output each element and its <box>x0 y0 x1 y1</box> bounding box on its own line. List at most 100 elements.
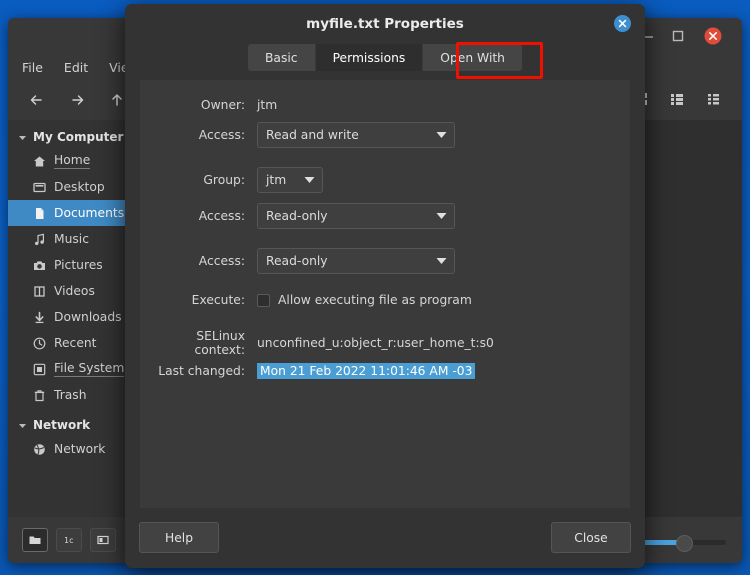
sidebar-item-label: Recent <box>54 336 97 350</box>
others-access-label: Access: <box>150 254 257 268</box>
trash-icon <box>32 388 46 402</box>
help-button[interactable]: Help <box>139 522 219 553</box>
sidebar-group-label: My Computer <box>33 130 123 144</box>
sidebar-group-my-computer[interactable]: My Computer <box>8 126 144 148</box>
execute-checkbox-label: Allow executing file as program <box>278 293 472 307</box>
selinux-value: unconfined_u:object_r:user_home_t:s0 <box>257 336 494 350</box>
others-access-row: Access: Read-only <box>140 248 630 274</box>
owner-row: Owner: jtm <box>140 98 630 112</box>
drive-icon <box>32 362 46 376</box>
owner-value: jtm <box>257 98 277 112</box>
close-button[interactable]: Close <box>551 522 631 553</box>
zoom-slider-handle[interactable] <box>676 535 693 552</box>
dialog-close-icon[interactable] <box>614 15 631 32</box>
execute-row: Execute: Allow executing file as program <box>140 293 630 307</box>
sidebar-item-recent[interactable]: Recent <box>8 330 144 356</box>
owner-access-value: Read and write <box>266 128 359 142</box>
tab-open-with[interactable]: Open With <box>423 44 522 71</box>
sidebar-item-music[interactable]: Music <box>8 226 144 252</box>
home-icon <box>32 154 46 168</box>
close-icon[interactable] <box>704 27 722 45</box>
sidebar-item-network[interactable]: Network <box>8 436 144 462</box>
clock-icon <box>32 336 46 350</box>
dialog-header: myfile.txt Properties Basic Permissions … <box>125 4 645 80</box>
selinux-label: SELinux context: <box>150 329 257 357</box>
tab-basic[interactable]: Basic <box>248 44 316 71</box>
zoom-slider[interactable] <box>640 534 726 550</box>
chevron-down-icon <box>18 133 27 142</box>
sidebar-item-label: Downloads <box>54 310 122 324</box>
sidebar-item-label: Videos <box>54 284 95 298</box>
list-view-icon[interactable] <box>664 86 690 112</box>
sidebar-item-label: Documents <box>54 206 124 220</box>
menu-edit[interactable]: Edit <box>64 60 88 75</box>
sidebar-item-label: Home <box>54 153 90 169</box>
last-changed-label: Last changed: <box>150 364 257 378</box>
desktop-icon <box>32 180 46 194</box>
group-label: Group: <box>150 173 257 187</box>
tab-permissions[interactable]: Permissions <box>316 44 424 71</box>
svg-text:1c: 1c <box>64 536 74 545</box>
group-access-label: Access: <box>150 209 257 223</box>
dialog-tabs: Basic Permissions Open With <box>125 44 645 71</box>
chevron-down-icon <box>436 128 447 142</box>
menu-file[interactable]: File <box>22 60 43 75</box>
sidebar-item-trash[interactable]: Trash <box>8 382 144 408</box>
camera-icon <box>32 258 46 272</box>
video-icon <box>32 284 46 298</box>
sidebar-item-label: Pictures <box>54 258 103 272</box>
maximize-icon[interactable] <box>670 28 686 44</box>
owner-access-label: Access: <box>150 128 257 142</box>
sidebar-item-videos[interactable]: Videos <box>8 278 144 304</box>
sidebar-item-pictures[interactable]: Pictures <box>8 252 144 278</box>
zoom-slider-fill <box>640 540 680 545</box>
dialog-footer: Help Close <box>125 508 645 568</box>
chevron-down-icon <box>18 421 27 430</box>
sidebar-group-label: Network <box>33 418 90 432</box>
selinux-row: SELinux context: unconfined_u:object_r:u… <box>140 329 630 357</box>
sidebar-item-documents[interactable]: Documents <box>8 200 144 226</box>
sidebar: My Computer Home Desktop Documents <box>8 120 144 517</box>
chevron-down-icon <box>304 173 315 187</box>
permissions-form: Owner: jtm Access: Read and write Group:… <box>140 80 630 379</box>
sidebar-item-label: Trash <box>54 388 87 402</box>
others-access-value: Read-only <box>266 254 328 268</box>
terminal-toolbar-icon[interactable]: 1c <box>56 528 82 552</box>
sidebar-item-desktop[interactable]: Desktop <box>8 174 144 200</box>
compact-view-icon[interactable] <box>700 86 726 112</box>
permissions-panel: Owner: jtm Access: Read and write Group:… <box>140 80 630 508</box>
document-icon <box>32 206 46 220</box>
last-changed-row: Last changed: Mon 21 Feb 2022 11:01:46 A… <box>140 363 630 379</box>
execute-checkbox[interactable] <box>257 294 270 307</box>
group-value: jtm <box>266 173 286 187</box>
folder-toolbar-icon[interactable] <box>22 528 48 552</box>
execute-label: Execute: <box>150 293 257 307</box>
group-row: Group: jtm <box>140 167 630 193</box>
music-note-icon <box>32 232 46 246</box>
globe-icon <box>32 442 46 456</box>
last-changed-value[interactable]: Mon 21 Feb 2022 11:01:46 AM -03 <box>257 363 475 379</box>
dialog-title: myfile.txt Properties <box>125 16 645 32</box>
sidebar-group-network[interactable]: Network <box>8 414 144 436</box>
sidebar-item-label: Desktop <box>54 180 105 194</box>
back-arrow-icon[interactable] <box>22 87 52 113</box>
sidebar-item-label: Music <box>54 232 89 246</box>
group-dropdown[interactable]: jtm <box>257 167 323 193</box>
sidebar-item-label: Network <box>54 442 105 456</box>
sidebar-item-label: File System <box>54 361 124 377</box>
sidebar-item-downloads[interactable]: Downloads <box>8 304 144 330</box>
chevron-down-icon <box>436 209 447 223</box>
others-access-dropdown[interactable]: Read-only <box>257 248 455 274</box>
sidebar-item-home[interactable]: Home <box>8 148 144 174</box>
group-access-row: Access: Read-only <box>140 203 630 229</box>
owner-label: Owner: <box>150 98 257 112</box>
group-access-value: Read-only <box>266 209 328 223</box>
sidebar-item-file-system[interactable]: File System <box>8 356 144 382</box>
owner-access-row: Access: Read and write <box>140 122 630 148</box>
chevron-down-icon <box>436 254 447 268</box>
panel-toolbar-icon[interactable] <box>90 528 116 552</box>
download-arrow-icon <box>32 310 46 324</box>
forward-arrow-icon[interactable] <box>62 87 92 113</box>
owner-access-dropdown[interactable]: Read and write <box>257 122 455 148</box>
group-access-dropdown[interactable]: Read-only <box>257 203 455 229</box>
